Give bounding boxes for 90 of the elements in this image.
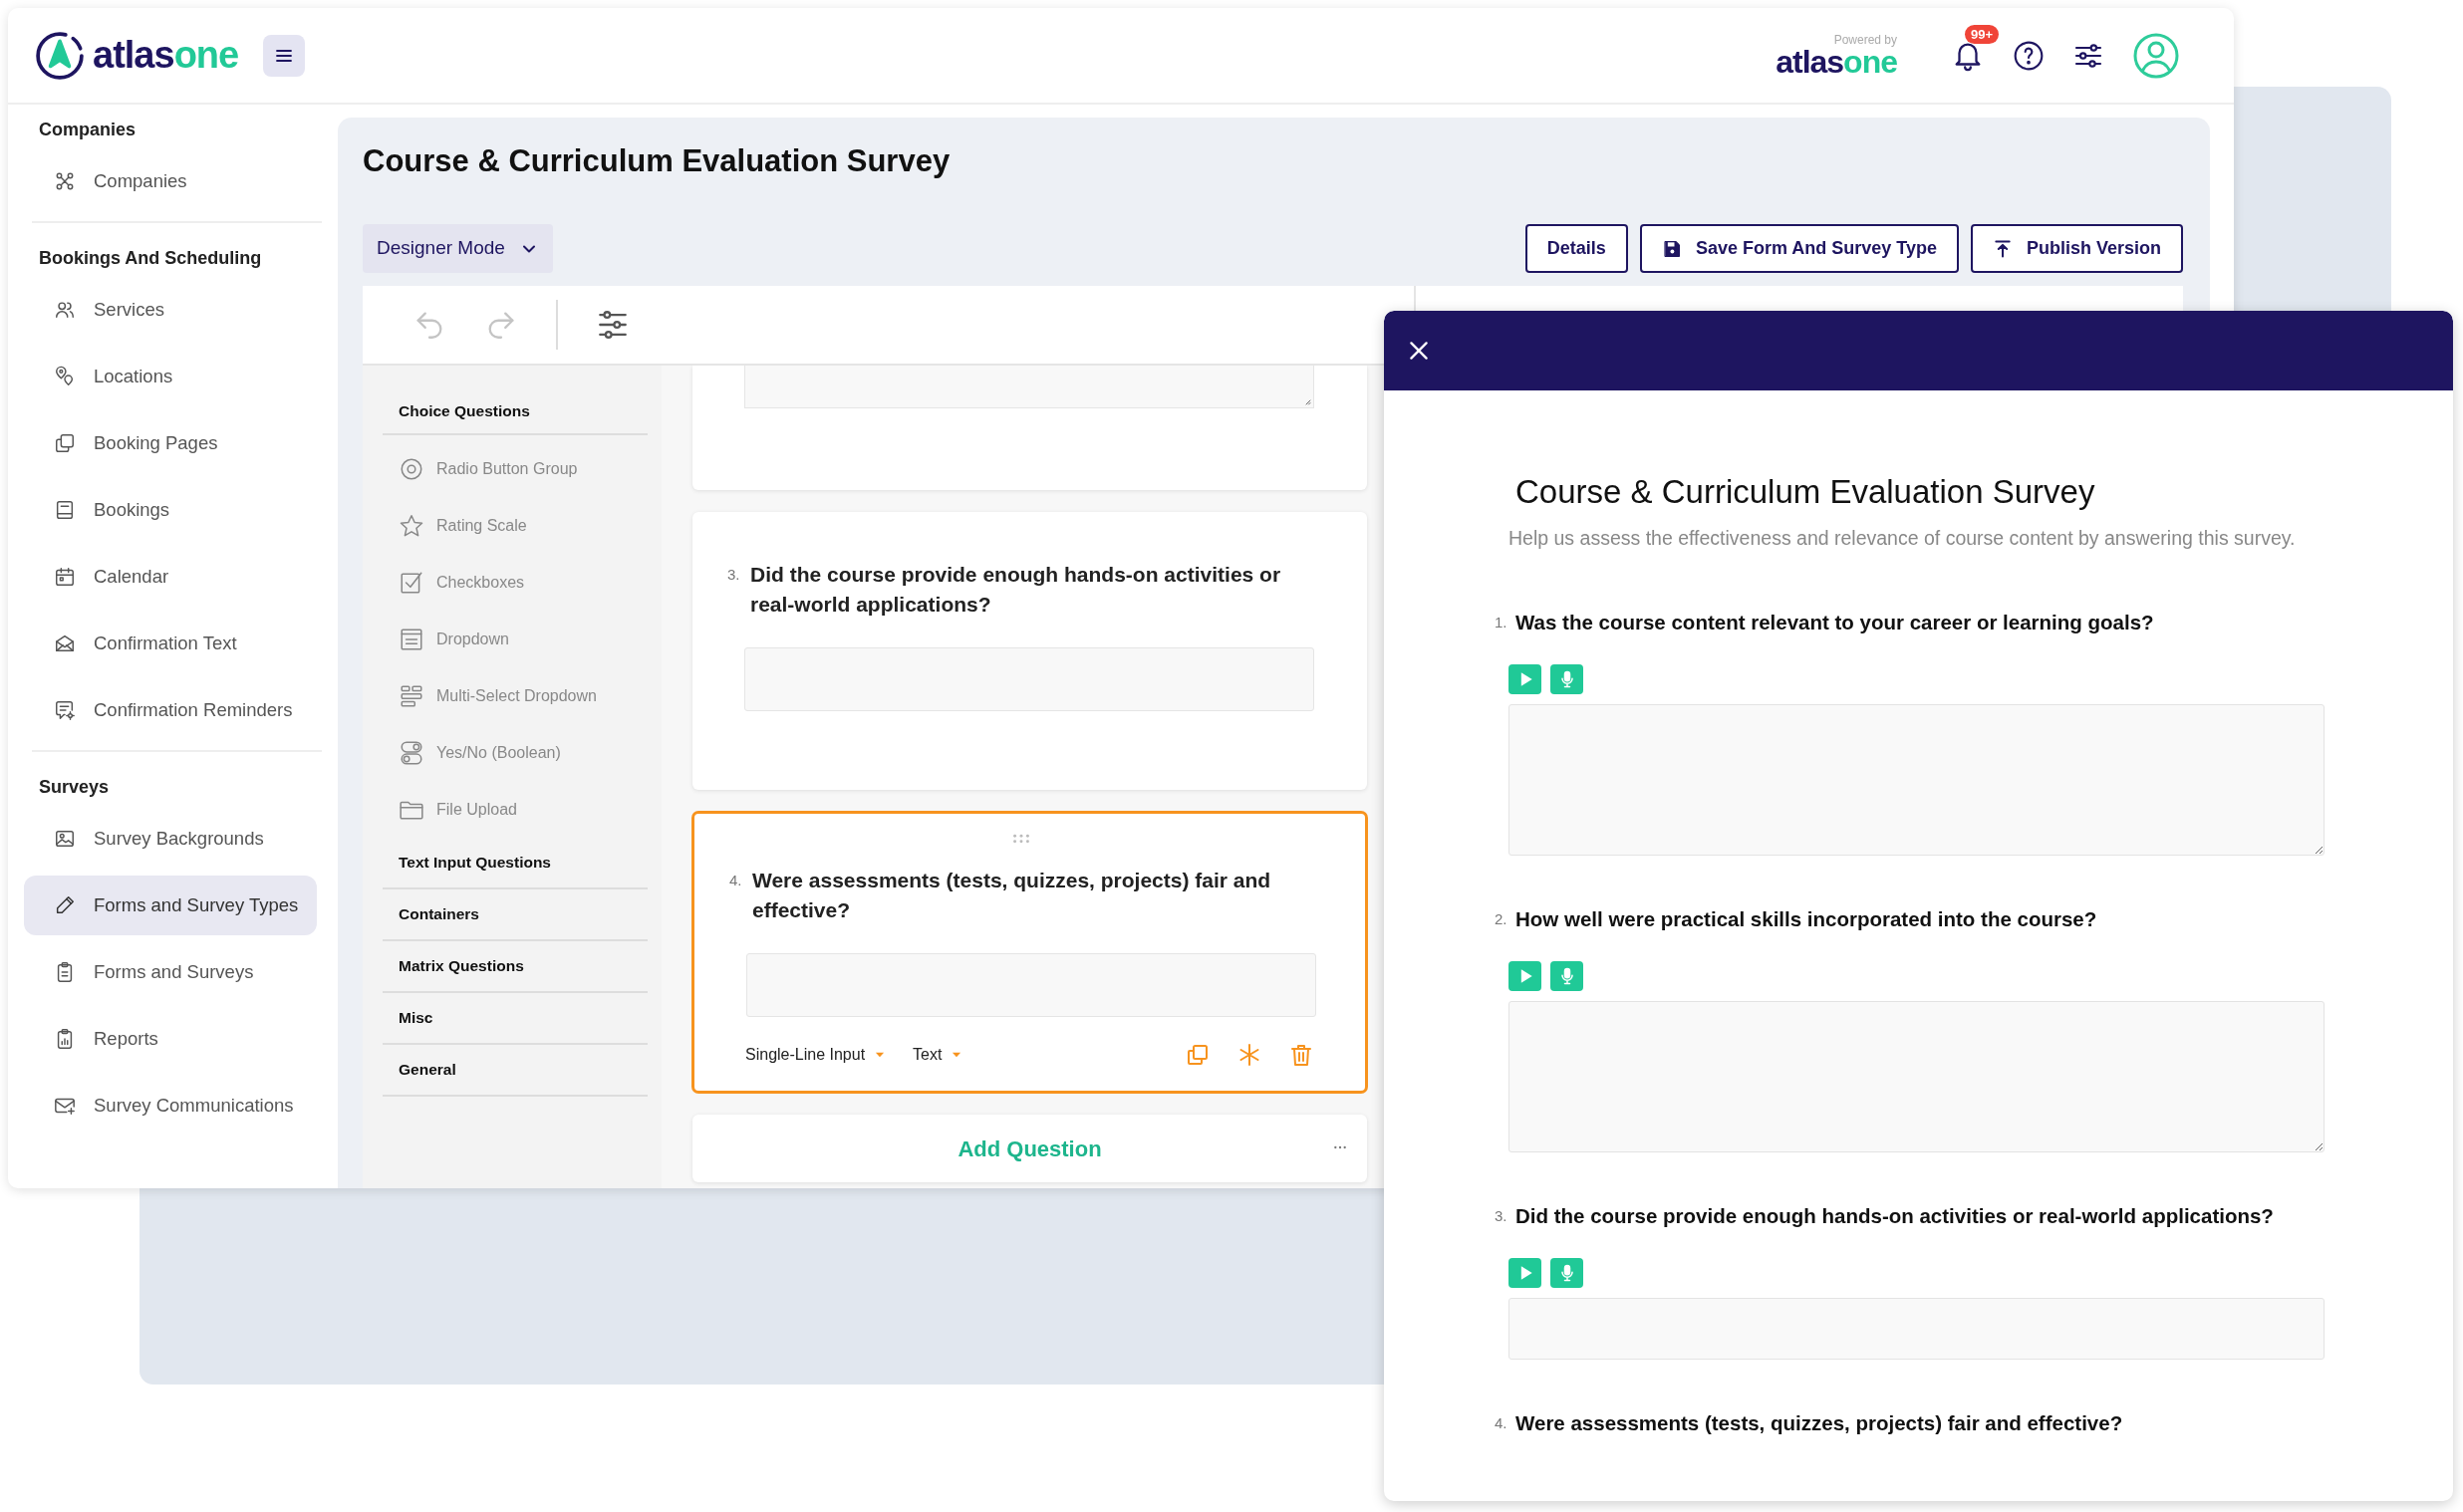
sidebar-item[interactable]: Booking Pages	[24, 413, 317, 473]
toggle-icon	[399, 739, 424, 766]
answer-field[interactable]	[1508, 1298, 2325, 1360]
question-text: Were assessments (tests, quizzes, projects) fair and effective?	[1515, 1410, 2123, 1436]
answer-field[interactable]	[1508, 704, 2325, 856]
category-header[interactable]: Matrix Questions	[383, 941, 648, 993]
checkbox-icon	[399, 569, 424, 596]
question-number: 3.	[1495, 1206, 1508, 1226]
sliders-icon	[596, 308, 630, 342]
avatar-icon	[2132, 31, 2180, 80]
sidebar-item[interactable]: Companies	[24, 151, 317, 211]
input-type-dropdown[interactable]: Single-Line Input	[745, 1043, 888, 1067]
sidebar-item[interactable]: Services	[24, 280, 317, 340]
logo-text: atlasone	[93, 33, 239, 78]
question-text: Did the course provide enough hands-on activities or real-world applications?	[750, 562, 1282, 618]
play-button[interactable]	[1508, 664, 1541, 694]
question-card[interactable]: 3. Did the course provide enough hands-on activities or real-world applications?	[692, 512, 1367, 790]
category-header[interactable]: Containers	[383, 889, 648, 941]
question-text: Did the course provide enough hands-on activities or real-world applications?	[1515, 1203, 2274, 1229]
star-icon	[399, 512, 424, 539]
section-title: Companies	[38, 119, 137, 141]
microphone-button[interactable]	[1550, 664, 1583, 694]
sidebar-item[interactable]: Reports	[24, 1009, 317, 1069]
chat-gear-icon	[54, 699, 76, 721]
question-number: 1.	[1495, 613, 1508, 632]
category-header[interactable]: Text Input Questions	[383, 838, 648, 889]
pencil-icon	[54, 894, 76, 916]
microphone-button[interactable]	[1550, 961, 1583, 991]
question-number: 3.	[727, 565, 741, 585]
logo-icon	[35, 30, 85, 81]
category-header[interactable]: Misc	[383, 993, 648, 1045]
section-title: Surveys	[38, 776, 111, 799]
action-button[interactable]: Publish Version	[1970, 224, 2183, 273]
sidebar-item[interactable]: Confirmation Reminders	[24, 680, 317, 740]
sidebar-item[interactable]: Survey Communications	[24, 1076, 317, 1135]
map-pin-icon	[54, 366, 76, 387]
profile-button[interactable]	[2132, 31, 2180, 80]
calendar-icon	[54, 566, 76, 588]
play-button[interactable]	[1508, 1258, 1541, 1288]
powered-by-caption: Powered by	[1833, 33, 1897, 46]
delete-button[interactable]	[1289, 1043, 1313, 1067]
duplicate-button[interactable]	[1186, 1043, 1210, 1067]
copy-icon	[1186, 1043, 1210, 1067]
question-number: 4.	[1495, 1413, 1508, 1433]
settings-button[interactable]	[596, 308, 630, 342]
list-icon	[399, 626, 424, 652]
microphone-button[interactable]	[1550, 1258, 1583, 1288]
question-card[interactable]: 4. Were assessments (tests, quizzes, projects) fair and effective? Single-Line Input Text	[692, 812, 1367, 1093]
menu-button[interactable]	[263, 34, 306, 77]
help-icon	[2013, 39, 2045, 72]
list-icon	[399, 682, 424, 709]
question-text: How well were practical skills incorporated into the course?	[1515, 906, 2097, 932]
page-title: Course & Curriculum Evaluation Survey	[363, 142, 952, 180]
category-header[interactable]: Choice Questions	[383, 389, 648, 435]
survey-description: Help us assess the effectiveness and relevance of course content by answering this survey.	[1508, 526, 2296, 551]
help-button[interactable]	[2013, 39, 2045, 72]
question-text: Was the course content relevant to your career or learning goals?	[1515, 610, 2154, 635]
question-text: Were assessments (tests, quizzes, projects) fair and effective?	[752, 868, 1272, 923]
upload-icon	[1992, 238, 2013, 259]
answer-field[interactable]	[746, 953, 1316, 1017]
sidebar-item[interactable]: Survey Backgrounds	[24, 809, 317, 869]
nodes-icon	[54, 170, 76, 192]
sidebar-item[interactable]: Calendar	[24, 547, 317, 607]
sidebar-item[interactable]: Bookings	[24, 480, 317, 540]
book-icon	[54, 499, 76, 521]
answer-field[interactable]	[1508, 1001, 2325, 1152]
asterisk-icon	[1237, 1043, 1261, 1067]
answer-field[interactable]	[744, 366, 1314, 408]
mode-dropdown[interactable]: Designer Mode	[363, 224, 553, 273]
category-header[interactable]: General	[383, 1045, 648, 1097]
answer-field[interactable]	[744, 647, 1314, 711]
question-number: 4.	[729, 871, 743, 890]
sidebar-item[interactable]: Forms and Survey Types	[24, 876, 317, 935]
users-icon	[54, 299, 76, 321]
data-type-dropdown[interactable]: Text	[913, 1043, 964, 1067]
question-number: 2.	[1495, 909, 1508, 929]
action-button[interactable]: Save Form And Survey Type	[1639, 224, 1959, 273]
play-button[interactable]	[1508, 961, 1541, 991]
action-button[interactable]: Details	[1524, 224, 1628, 273]
envelope-icon	[54, 632, 76, 654]
section-title: Bookings And Scheduling	[38, 247, 263, 270]
sidebar-item[interactable]: Locations	[24, 347, 317, 406]
survey-title: Course & Curriculum Evaluation Survey	[1515, 472, 2096, 512]
required-button[interactable]	[1237, 1043, 1261, 1067]
sidebar-item[interactable]: Forms and Surveys	[24, 942, 317, 1002]
sidebar-item[interactable]: Confirmation Text	[24, 614, 317, 673]
image-icon	[54, 828, 76, 850]
trash-icon	[1289, 1043, 1313, 1067]
copy-icon	[54, 432, 76, 454]
notification-badge: 99+	[1965, 24, 2000, 45]
